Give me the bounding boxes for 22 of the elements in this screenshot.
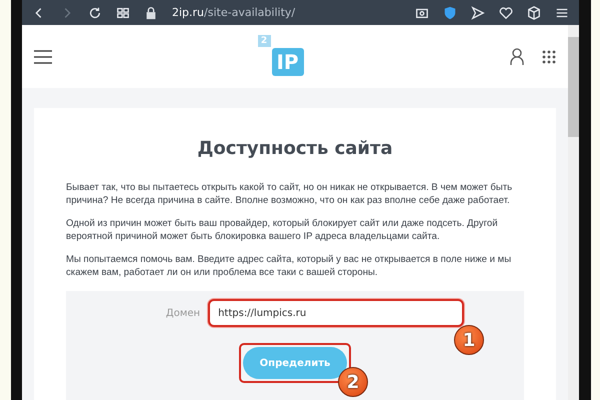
page-title: Доступность сайта xyxy=(196,138,394,159)
reload-icon[interactable] xyxy=(88,6,102,20)
send-icon[interactable] xyxy=(471,6,485,20)
paragraph: Бывает так, что вы пытаетесь открыть какой то сайт, но он никак не открывается. В чем может быть причина? Не всегда причина в сайте. Вполне возможно, что он как раз вполне себе даже работает. xyxy=(66,181,514,207)
lock-icon[interactable] xyxy=(144,6,158,20)
cube-icon[interactable] xyxy=(527,6,541,20)
menu-icon[interactable] xyxy=(34,50,52,64)
field-label: Домен xyxy=(166,308,200,318)
logo-main-text: IP xyxy=(272,48,304,76)
grid-icon[interactable] xyxy=(116,6,130,20)
address-bar[interactable]: 2ip.ru/site-availability/ xyxy=(172,6,296,19)
domain-input-field[interactable]: https://lumpics.ru xyxy=(208,299,464,327)
heart-icon[interactable] xyxy=(499,6,513,20)
step-badge: 1 xyxy=(454,325,484,355)
user-icon[interactable] xyxy=(510,48,524,66)
scrollbar[interactable] xyxy=(568,25,579,400)
logo-small-text: 2 xyxy=(258,34,270,46)
shield-icon[interactable] xyxy=(443,6,457,20)
apps-grid-icon[interactable] xyxy=(542,50,556,64)
step-badge: 2 xyxy=(338,367,368,397)
paragraph: Мы попытаемся помочь вам. Введите адрес сайта, который у вас не открывается в поле ниже и мы скажем вам, работает ли он или проблема все таки с вашей стороны. xyxy=(66,253,512,279)
paragraph: Одной из причин может быть ваш провайдер, который блокирует сайт или даже подсеть. Другой вероятной причиной может быть блокировка вашего IP адреса владельцами сайта. xyxy=(66,217,499,243)
